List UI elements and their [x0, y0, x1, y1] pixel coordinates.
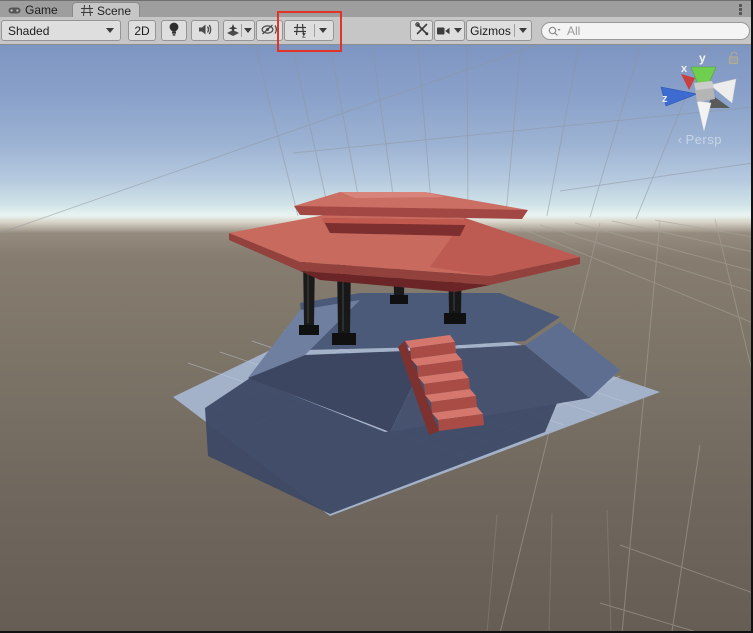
- roof-top-tier: [294, 192, 528, 219]
- scene-effects-button[interactable]: [223, 20, 255, 41]
- draw-mode-dropdown[interactable]: Shaded: [1, 20, 121, 41]
- scene-camera-button[interactable]: [434, 20, 465, 41]
- roof-midbox: [322, 218, 468, 236]
- axis-cone-x[interactable]: [681, 74, 695, 90]
- scene-lighting-button[interactable]: [161, 20, 187, 41]
- lightbulb-icon: [168, 22, 180, 40]
- chevron-down-icon: [106, 28, 114, 33]
- axis-orientation-gizmo[interactable]: y x z: [661, 51, 738, 131]
- wrench-tools-icon: [415, 22, 429, 39]
- grid-dropdown-icon[interactable]: [315, 28, 331, 33]
- pane-menu-icon[interactable]: [735, 3, 745, 16]
- projection-toggle[interactable]: ‹ Persp: [678, 132, 722, 147]
- gizmos-arrow-icon: [515, 28, 531, 33]
- search-input[interactable]: [565, 23, 743, 39]
- toggle-2d-label: 2D: [134, 24, 149, 38]
- unity-scene-window: Game Scene Shaded 2D: [0, 0, 753, 633]
- chevron-left-icon: ‹: [678, 132, 683, 147]
- scene-audio-button[interactable]: [191, 20, 219, 41]
- tab-scene-label: Scene: [97, 4, 131, 18]
- projection-label: Persp: [686, 132, 722, 147]
- grid-visibility-button[interactable]: z: [284, 20, 334, 41]
- effects-dropdown-icon[interactable]: [242, 28, 254, 33]
- component-tools-button[interactable]: [410, 20, 433, 41]
- scene-viewport[interactable]: y x z ‹ Persp: [0, 45, 753, 633]
- camera-dropdown-icon[interactable]: [451, 28, 464, 33]
- axis-label-z: z: [662, 93, 668, 105]
- scene-grid-icon: [81, 5, 93, 16]
- eye-hidden-icon: [261, 23, 279, 39]
- gamepad-icon: [8, 6, 21, 15]
- tab-scene[interactable]: Scene: [72, 2, 140, 18]
- axis-cone-white-down[interactable]: [697, 101, 711, 131]
- gizmos-dropdown[interactable]: Gizmos: [466, 20, 532, 41]
- scene-visibility-button[interactable]: [256, 20, 283, 41]
- draw-mode-label: Shaded: [8, 24, 49, 38]
- axis-label-y: y: [699, 51, 706, 65]
- scene-canvas[interactable]: y x z: [0, 45, 753, 633]
- pagoda-model[interactable]: [0, 45, 660, 516]
- gizmos-label: Gizmos: [467, 24, 514, 38]
- camera-icon: [435, 26, 451, 36]
- tab-game-label: Game: [25, 3, 58, 17]
- grid-visibility-icon: z: [288, 23, 314, 38]
- effects-icon: [224, 24, 241, 38]
- tab-game[interactable]: Game: [0, 2, 66, 18]
- speaker-icon: [198, 23, 212, 39]
- search-icon[interactable]: [548, 26, 561, 37]
- scene-search-field[interactable]: [541, 22, 750, 40]
- grid-axis-label: z: [302, 31, 306, 39]
- scene-toolbar: Shaded 2D: [0, 17, 751, 45]
- axis-label-x: x: [681, 63, 688, 75]
- lock-icon[interactable]: [730, 52, 738, 64]
- toggle-2d-button[interactable]: 2D: [128, 20, 156, 41]
- tab-bar: Game Scene: [0, 0, 751, 17]
